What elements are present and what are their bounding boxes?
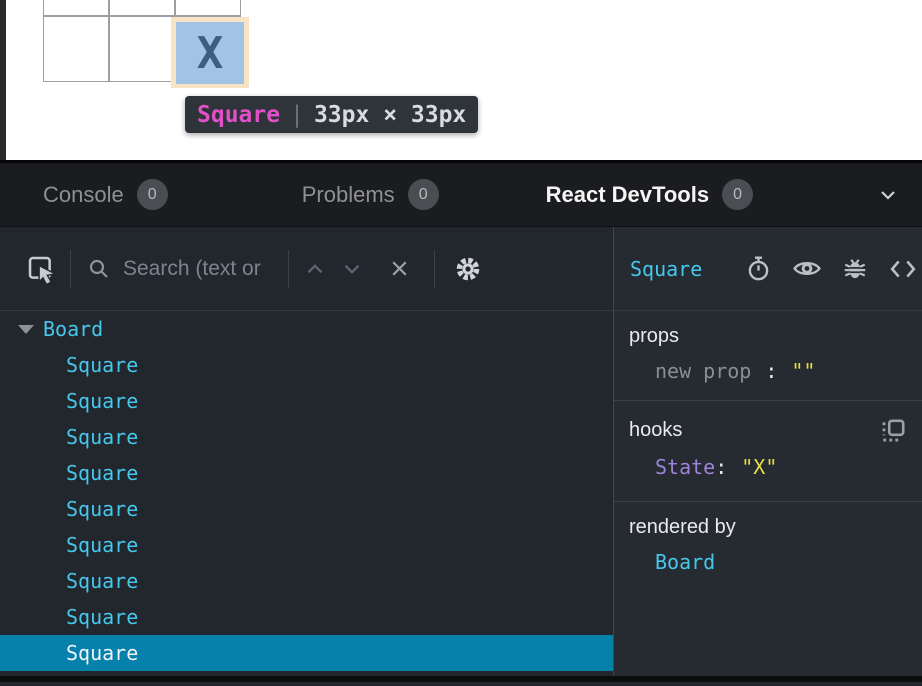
react-devtools-panel: Board Square Square Square Square Square…: [0, 227, 922, 676]
toolbar-divider: [70, 250, 71, 288]
tab-react-devtools-label: React DevTools: [546, 182, 709, 208]
tab-problems[interactable]: Problems 0: [302, 179, 439, 210]
search-input[interactable]: [123, 257, 288, 281]
hook-value[interactable]: "X": [741, 455, 777, 479]
bug-icon[interactable]: [842, 256, 868, 282]
tree-node-square[interactable]: Square: [0, 563, 613, 599]
board-cell[interactable]: [175, 0, 241, 16]
tooltip-divider: |: [290, 102, 304, 128]
board-cell[interactable]: [109, 16, 175, 82]
tab-react-devtools-badge: 0: [722, 179, 753, 210]
tree-node-square-selected[interactable]: Square: [0, 635, 613, 671]
tree-node-label: Square: [66, 461, 138, 485]
hook-entry[interactable]: State : "X": [655, 455, 907, 479]
details-toolbar: Square: [614, 227, 922, 311]
search-prev-icon[interactable]: [302, 256, 328, 282]
tree-node-square[interactable]: Square: [0, 527, 613, 563]
tree-node-square[interactable]: Square: [0, 599, 613, 635]
search-clear-icon[interactable]: [387, 256, 412, 281]
hooks-section-title: hooks: [629, 419, 682, 442]
tab-console-label: Console: [43, 182, 124, 208]
prop-entry[interactable]: new prop : "": [655, 359, 907, 383]
tab-console[interactable]: Console 0: [43, 179, 168, 210]
inspected-component-title: Square: [630, 257, 702, 281]
gear-icon[interactable]: [454, 255, 482, 283]
rendered-by-section: rendered by Board: [614, 502, 922, 676]
component-tree: Board Square Square Square Square Square…: [0, 311, 613, 676]
tab-problems-badge: 0: [408, 179, 439, 210]
inspect-tooltip: Square | 33px × 33px: [185, 96, 478, 133]
window-left-edge: [0, 0, 6, 163]
tree-node-label: Square: [66, 641, 138, 665]
prop-key-new-prop[interactable]: new prop: [655, 359, 751, 383]
inspect-highlight-square[interactable]: X: [176, 22, 244, 84]
tree-node-square[interactable]: Square: [0, 347, 613, 383]
tree-node-label: Board: [43, 317, 103, 341]
tab-console-badge: 0: [137, 179, 168, 210]
chevron-down-icon[interactable]: [876, 183, 900, 207]
view-source-icon[interactable]: [888, 256, 918, 282]
tree-node-label: Square: [66, 605, 138, 629]
inspect-element-icon[interactable]: [26, 254, 56, 284]
tree-node-label: Square: [66, 497, 138, 521]
tree-node-label: Square: [66, 389, 138, 413]
board-cell[interactable]: [43, 16, 109, 82]
component-details-pane: Square: [614, 227, 922, 676]
search-icon: [87, 257, 111, 281]
rendered-by-title: rendered by: [629, 516, 736, 539]
tree-node-square[interactable]: Square: [0, 455, 613, 491]
hook-key-state: State: [655, 455, 715, 479]
page-viewport: X Square | 33px × 33px: [0, 0, 922, 163]
board-cell[interactable]: [43, 0, 109, 16]
props-section: props new prop : "": [614, 311, 922, 401]
tree-node-label: Square: [66, 569, 138, 593]
tooltip-dimensions: 33px × 33px: [314, 102, 466, 128]
toolbar-divider: [434, 250, 435, 288]
tree-node-label: Square: [66, 533, 138, 557]
tab-problems-label: Problems: [302, 182, 395, 208]
hook-separator: :: [715, 455, 727, 479]
tab-react-devtools[interactable]: React DevTools 0: [546, 179, 753, 210]
tree-toolbar: [0, 227, 613, 311]
expander-triangle-icon[interactable]: [18, 325, 34, 334]
stopwatch-icon[interactable]: [745, 255, 772, 282]
parse-hook-names-icon[interactable]: [879, 417, 907, 444]
prop-value[interactable]: "": [791, 359, 815, 383]
prop-separator: :: [765, 359, 777, 383]
tree-node-square[interactable]: Square: [0, 491, 613, 527]
eye-icon[interactable]: [792, 256, 822, 281]
tree-node-square[interactable]: Square: [0, 419, 613, 455]
search-next-icon[interactable]: [339, 256, 365, 282]
hooks-section: hooks State : "X": [614, 401, 922, 502]
drawer-tabbar: Console 0 Problems 0 React DevTools 0: [0, 163, 922, 227]
components-tree-pane: Board Square Square Square Square Square…: [0, 227, 614, 676]
props-section-title: props: [629, 325, 679, 348]
tree-node-board[interactable]: Board: [0, 311, 613, 347]
bottom-edge-strip: [0, 676, 922, 682]
rendered-by-board-link[interactable]: Board: [655, 550, 715, 574]
tree-node-square[interactable]: Square: [0, 383, 613, 419]
toolbar-divider: [288, 250, 289, 288]
board-cell[interactable]: [109, 0, 175, 16]
tree-node-label: Square: [66, 353, 138, 377]
tree-node-label: Square: [66, 425, 138, 449]
tooltip-component-name: Square: [197, 102, 280, 128]
